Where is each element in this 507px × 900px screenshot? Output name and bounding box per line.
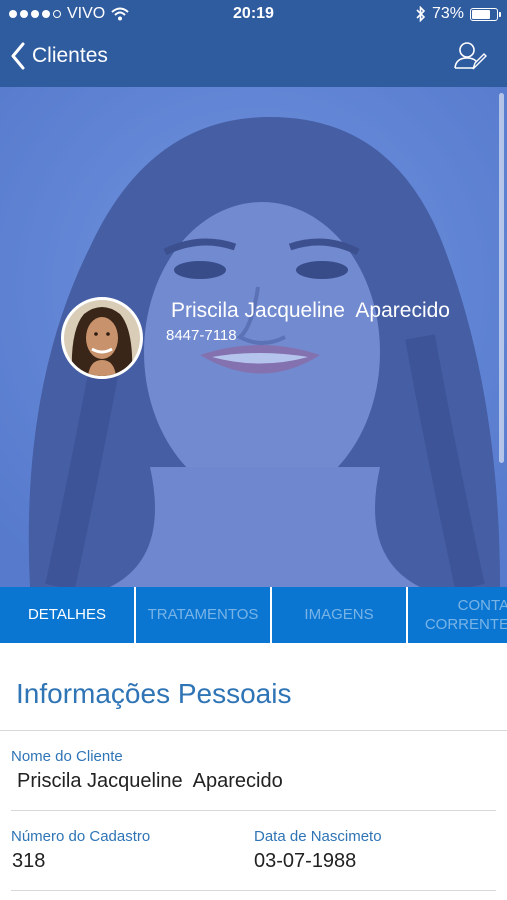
nascimento-label: Data de Nascimeto <box>254 828 382 845</box>
top-bar: VIVO 20:19 73% Clientes <box>0 0 507 87</box>
section-title: Informações Pessoais <box>16 678 292 709</box>
nascimento-value: 03-07-1988 <box>254 850 357 872</box>
cadastro-label: Número do Cadastro <box>11 828 151 845</box>
back-button[interactable]: Clientes <box>10 42 108 70</box>
profile-phone: 8447-7118 <box>166 327 237 344</box>
profile-header: Priscila Jacqueline Aparecido 8447-7118 <box>0 87 507 587</box>
battery-fill <box>472 9 490 19</box>
divider <box>11 890 496 891</box>
avatar-image <box>64 300 140 376</box>
profile-name: Priscila Jacqueline Aparecido <box>171 299 450 322</box>
edit-user-icon[interactable] <box>453 40 487 72</box>
divider <box>11 810 496 811</box>
cadastro-value: 318 <box>12 850 46 872</box>
tab-imagens[interactable]: IMAGENS <box>272 587 408 643</box>
bluetooth-icon <box>416 6 426 22</box>
tab-detalhes[interactable]: DETALHES <box>0 587 136 643</box>
status-bar: VIVO 20:19 73% <box>0 0 507 30</box>
tab-conta-corrente[interactable]: CONTA CORRENTE <box>408 587 507 643</box>
status-right: 73% <box>416 5 501 23</box>
battery-icon <box>470 7 501 21</box>
scrollbar[interactable] <box>499 93 504 463</box>
tab-conta-corrente-label: CONTA CORRENTE <box>424 597 507 633</box>
nav-bar: Clientes <box>0 30 507 87</box>
back-label: Clientes <box>32 44 108 67</box>
battery-percent: 73% <box>431 5 464 22</box>
nome-value: Priscila Jacqueline Aparecido <box>17 770 283 792</box>
tab-bar: DETALHES TRATAMENTOS IMAGENS CONTA CORREN… <box>0 587 507 643</box>
chevron-left-icon <box>11 42 25 70</box>
nome-label: Nome do Cliente <box>11 748 123 765</box>
avatar[interactable] <box>61 297 143 379</box>
divider <box>0 730 507 731</box>
tab-tratamentos[interactable]: TRATAMENTOS <box>136 587 272 643</box>
